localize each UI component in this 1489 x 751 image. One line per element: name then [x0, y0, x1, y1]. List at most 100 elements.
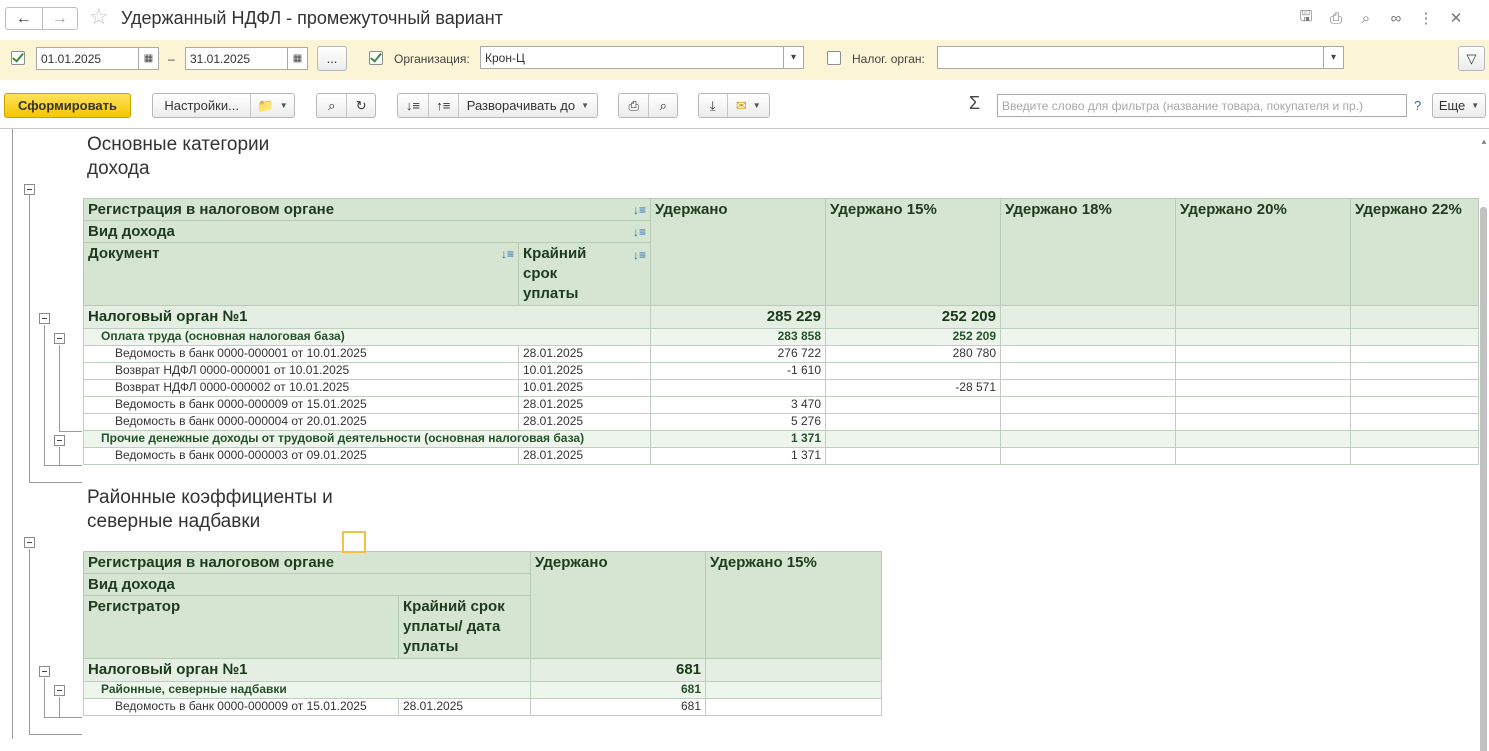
row-doc[interactable]: Ведомость в банк 0000-000001 от 10.01.20… — [83, 345, 519, 363]
variant-icon[interactable]: 📁 ▼ — [250, 94, 294, 117]
favorite-star-icon[interactable]: ☆ — [89, 4, 109, 30]
subgroup-row[interactable]: Прочие денежные доходы от трудовой деяте… — [83, 430, 1479, 448]
more-button[interactable]: Еще ▼ — [1432, 93, 1486, 118]
download-icon[interactable]: ⤓ — [699, 94, 727, 117]
period-select-button[interactable]: ... — [317, 46, 347, 71]
gutter-line — [29, 189, 30, 482]
header-w15[interactable]: Удержано 15% — [825, 198, 1001, 306]
org-dropdown-icon[interactable]: ▾ — [783, 46, 804, 69]
collapse-subgroup3-icon[interactable] — [54, 685, 65, 696]
org-field[interactable]: Крон-Ц — [480, 46, 784, 69]
collapse-section2-icon[interactable] — [24, 537, 35, 548]
gutter-line — [44, 465, 82, 466]
find-next-icon[interactable]: ↻ — [346, 94, 375, 117]
filter-search-input[interactable]: Введите слово для фильтра (название това… — [997, 94, 1407, 117]
table-row[interactable]: Ведомость в банк 0000-000003 от 09.01.20… — [83, 447, 1479, 465]
back-arrow-icon[interactable]: ← — [6, 8, 42, 29]
settings-button[interactable]: Настройки... — [153, 94, 250, 117]
table-row[interactable]: Возврат НДФЛ 0000-000001 от 10.01.2025 1… — [83, 362, 1479, 380]
gutter-line — [29, 482, 82, 483]
header-doc[interactable]: Документ ↓≡ — [83, 242, 519, 306]
forward-arrow-icon[interactable]: → — [41, 8, 78, 29]
date-from-field[interactable]: 01.01.2025 — [36, 47, 139, 70]
collapse-all-icon[interactable]: ↓≡ — [398, 94, 428, 117]
header-w20[interactable]: Удержано 20% — [1175, 198, 1351, 306]
filter-funnel-icon[interactable]: ▽ — [1458, 46, 1485, 71]
row-withheld: 3 470 — [650, 396, 826, 414]
header-deadline[interactable]: Крайний срок уплаты/ дата уплаты — [397, 595, 532, 659]
link-icon[interactable]: ∞ — [1387, 9, 1405, 27]
nav-buttons: ← → — [5, 7, 78, 30]
more-vert-icon[interactable]: ⋮ — [1417, 9, 1435, 27]
subgroup-row[interactable]: Районные, северные надбавки 681 — [82, 681, 883, 699]
header-w22[interactable]: Удержано 22% — [1350, 198, 1479, 306]
collapse-subgroup1-icon[interactable] — [54, 333, 65, 344]
collapse-section1-icon[interactable] — [24, 184, 35, 195]
header-reg[interactable]: Регистрация в налоговом органе — [82, 551, 532, 574]
generate-button[interactable]: Сформировать — [4, 93, 131, 118]
save-icon[interactable]: 🖫 — [1297, 8, 1315, 27]
group-row[interactable]: Налоговый орган №1 285 229 252 209 — [83, 305, 1479, 329]
row-doc[interactable]: Ведомость в банк 0000-000003 от 09.01.20… — [83, 447, 519, 465]
filter-bar: 01.01.2025 ▦ – 31.01.2025 ▦ ... Организа… — [0, 40, 1489, 80]
table-row[interactable]: Ведомость в банк 0000-000009 от 15.01.20… — [83, 396, 1479, 414]
row-withheld: -1 610 — [650, 362, 826, 380]
group-row[interactable]: Налоговый орган №1 681 — [82, 658, 883, 682]
sort-icon[interactable]: ↓≡ — [501, 244, 514, 264]
row-doc[interactable]: Ведомость в банк 0000-000009 от 15.01.20… — [83, 698, 399, 716]
row-doc[interactable]: Ведомость в банк 0000-000009 от 15.01.20… — [83, 396, 519, 414]
row-doc[interactable]: Ведомость в банк 0000-000004 от 20.01.20… — [83, 413, 519, 431]
gutter-line — [44, 325, 45, 465]
table-row[interactable]: Ведомость в банк 0000-000001 от 10.01.20… — [83, 345, 1479, 363]
sort-icon[interactable]: ↓≡ — [633, 222, 646, 242]
table-row[interactable]: Ведомость в банк 0000-000004 от 20.01.20… — [83, 413, 1479, 431]
date-to-field[interactable]: 31.01.2025 — [185, 47, 288, 70]
calendar-from-icon[interactable]: ▦ — [138, 47, 159, 70]
expand-all-icon[interactable]: ↑≡ — [427, 94, 458, 117]
header-income[interactable]: Вид дохода ↓≡ — [83, 220, 651, 243]
header-w15[interactable]: Удержано 15% — [705, 551, 883, 659]
period-checkbox[interactable] — [11, 51, 25, 65]
header-reg[interactable]: Регистрация в налоговом органе ↓≡ — [83, 198, 651, 221]
row-withheld: 1 371 — [650, 447, 826, 465]
sort-icon[interactable]: ↓≡ — [633, 200, 646, 220]
collapse-group1-icon[interactable] — [39, 313, 50, 324]
header-doc-label: Документ — [88, 245, 160, 262]
collapse-group2-icon[interactable] — [39, 666, 50, 677]
print-button-icon[interactable]: ⎙ — [619, 94, 648, 117]
subgroup-withheld: 681 — [530, 681, 707, 699]
expand-to-dropdown[interactable]: Разворачивать до ▼ — [457, 94, 597, 117]
row-date: 10.01.2025 — [518, 379, 651, 397]
row-date: 28.01.2025 — [518, 396, 651, 414]
scroll-up-icon[interactable]: ▲ — [1480, 137, 1488, 146]
email-icon[interactable]: ✉ ▼ — [726, 94, 769, 117]
row-doc[interactable]: Возврат НДФЛ 0000-000001 от 10.01.2025 — [83, 362, 519, 380]
selected-cell[interactable] — [342, 531, 366, 553]
sort-icon[interactable]: ↓≡ — [633, 245, 646, 265]
print-icon[interactable]: ⎙ — [1327, 9, 1345, 27]
sum-icon[interactable]: Σ — [969, 93, 980, 114]
subgroup-row[interactable]: Оплата труда (основная налоговая база) 2… — [83, 328, 1479, 346]
tax-office-dropdown-icon[interactable]: ▾ — [1323, 46, 1344, 69]
collapse-subgroup2-icon[interactable] — [54, 435, 65, 446]
header-deadline[interactable]: ↓≡ Крайний срок уплаты — [518, 242, 651, 306]
row-doc[interactable]: Возврат НДФЛ 0000-000002 от 10.01.2025 — [83, 379, 519, 397]
header-withheld[interactable]: Удержано — [530, 551, 707, 659]
table-row[interactable]: Возврат НДФЛ 0000-000002 от 10.01.2025 1… — [83, 379, 1479, 397]
preview-icon[interactable]: ⌕ — [1357, 9, 1375, 27]
header-withheld[interactable]: Удержано — [650, 198, 826, 306]
scrollbar-thumb[interactable] — [1480, 207, 1487, 751]
tax-office-field[interactable] — [937, 46, 1324, 69]
close-icon[interactable]: ✕ — [1447, 9, 1465, 27]
table-row[interactable]: Ведомость в банк 0000-000009 от 15.01.20… — [83, 698, 883, 716]
vertical-scrollbar[interactable]: ▲ — [1478, 135, 1489, 751]
header-w18[interactable]: Удержано 18% — [1000, 198, 1176, 306]
calendar-to-icon[interactable]: ▦ — [287, 47, 308, 70]
header-registrar[interactable]: Регистратор — [83, 595, 399, 659]
find-icon[interactable]: ⌕ — [317, 94, 346, 117]
org-checkbox[interactable] — [369, 51, 383, 65]
header-income[interactable]: Вид дохода — [82, 573, 532, 596]
tax-office-checkbox[interactable] — [827, 51, 841, 65]
help-icon[interactable]: ? — [1414, 98, 1421, 113]
print-preview-icon[interactable]: ⌕ — [648, 94, 677, 117]
